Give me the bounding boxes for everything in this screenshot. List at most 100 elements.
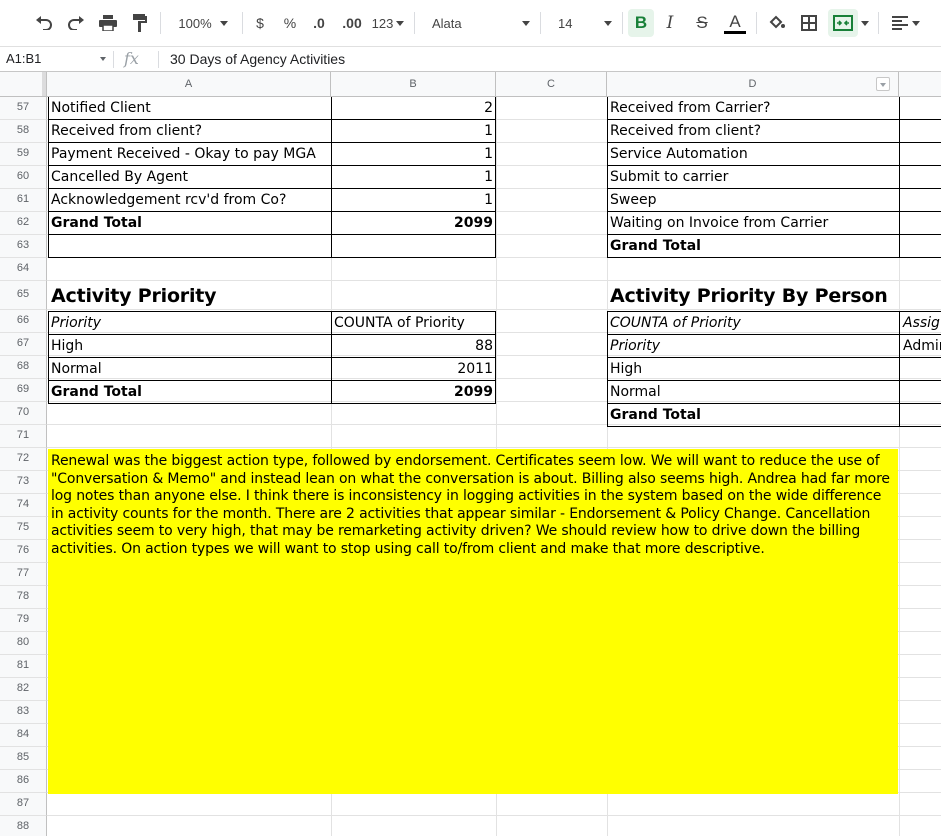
priority-person-header[interactable]: COUNTA of Priority: [607, 312, 899, 334]
name-box[interactable]: A1:B1: [0, 47, 112, 71]
row-header[interactable]: 65: [0, 281, 47, 310]
row-header[interactable]: 60: [0, 166, 47, 189]
paint-format-icon[interactable]: [126, 9, 154, 37]
row-header[interactable]: 71: [0, 425, 47, 448]
horizontal-align-icon[interactable]: [886, 9, 926, 37]
name-box-value: A1:B1: [6, 51, 42, 66]
row-header[interactable]: 85: [0, 747, 47, 770]
priority-row-label[interactable]: High: [48, 335, 331, 357]
row-header[interactable]: 63: [0, 235, 47, 258]
pivot-row-value[interactable]: 1: [331, 143, 496, 165]
row-header[interactable]: 69: [0, 379, 47, 402]
row-header[interactable]: 62: [0, 212, 47, 235]
row-header[interactable]: 73: [0, 471, 47, 494]
priority-header-value[interactable]: COUNTA of Priority: [331, 312, 496, 334]
activity-priority-title[interactable]: Activity Priority: [48, 283, 331, 311]
pivot-row-label[interactable]: Acknowledgement rcv'd from Co?: [48, 189, 331, 211]
chevron-down-icon: [604, 20, 612, 26]
pivot-row-label[interactable]: Sweep: [607, 189, 899, 211]
column-header-b[interactable]: B: [331, 72, 496, 96]
filter-dropdown-icon[interactable]: [876, 77, 890, 91]
redo-icon[interactable]: [62, 9, 90, 37]
row-header[interactable]: 78: [0, 586, 47, 609]
text-color-button[interactable]: A: [722, 9, 748, 37]
formula-input[interactable]: 30 Days of Agency Activities: [170, 47, 345, 71]
fill-color-icon[interactable]: [764, 9, 790, 37]
grand-total-label[interactable]: Grand Total: [607, 235, 899, 257]
undo-icon[interactable]: [30, 9, 58, 37]
row-header[interactable]: 58: [0, 120, 47, 143]
row-header[interactable]: 76: [0, 540, 47, 563]
increase-decimal-button[interactable]: .00: [338, 9, 366, 37]
pivot-row-label[interactable]: Submit to carrier: [607, 166, 899, 188]
row-header[interactable]: 68: [0, 356, 47, 379]
strikethrough-button[interactable]: S: [690, 9, 714, 37]
row-header[interactable]: 64: [0, 258, 47, 281]
row-header[interactable]: 70: [0, 402, 47, 425]
row-header[interactable]: 61: [0, 189, 47, 212]
row-header[interactable]: 67: [0, 333, 47, 356]
pivot-row-label[interactable]: Service Automation: [607, 143, 899, 165]
priority-row-value[interactable]: 2011: [331, 358, 496, 380]
pivot-row-value[interactable]: 2: [331, 97, 496, 119]
activity-priority-person-title[interactable]: Activity Priority By Person: [607, 283, 899, 311]
pivot-row-value[interactable]: 1: [331, 166, 496, 188]
merge-cells-icon[interactable]: [828, 9, 858, 37]
row-header[interactable]: 66: [0, 310, 47, 333]
percent-format-button[interactable]: %: [280, 9, 300, 37]
pivot-row-label[interactable]: Waiting on Invoice from Carrier: [607, 212, 899, 234]
row-header[interactable]: 88: [0, 816, 47, 836]
pivot-row-label[interactable]: Received from Carrier?: [607, 97, 899, 119]
font-family-select[interactable]: Alata: [424, 9, 534, 37]
merge-options-chevron-icon[interactable]: [858, 9, 872, 37]
pivot-row-label[interactable]: Notified Client: [48, 97, 331, 119]
priority-row-value[interactable]: 88: [331, 335, 496, 357]
row-header[interactable]: 59: [0, 143, 47, 166]
select-all-corner[interactable]: [0, 72, 47, 96]
priority-person-header-assignee[interactable]: Assig: [900, 312, 941, 334]
row-header[interactable]: 75: [0, 517, 47, 540]
grand-total-label[interactable]: Grand Total: [48, 212, 331, 234]
pivot-row-label[interactable]: Received from client?: [607, 120, 899, 142]
pivot-row-label[interactable]: Cancelled By Agent: [48, 166, 331, 188]
row-header[interactable]: 83: [0, 701, 47, 724]
priority-row-label[interactable]: Normal: [48, 358, 331, 380]
grand-total-value[interactable]: 2099: [331, 212, 496, 234]
row-header[interactable]: 86: [0, 770, 47, 793]
bold-button[interactable]: B: [628, 9, 654, 37]
row-header[interactable]: 57: [0, 97, 47, 120]
row-header[interactable]: 81: [0, 655, 47, 678]
pivot-row-value[interactable]: 1: [331, 189, 496, 211]
zoom-select[interactable]: 100%: [170, 9, 236, 37]
column-header-d[interactable]: D: [607, 72, 899, 96]
font-size-select[interactable]: 14: [550, 9, 616, 37]
row-header[interactable]: 79: [0, 609, 47, 632]
priority-grand-total-value[interactable]: 2099: [331, 381, 496, 403]
row-header[interactable]: 80: [0, 632, 47, 655]
column-header-a[interactable]: A: [47, 72, 331, 96]
row-header[interactable]: 82: [0, 678, 47, 701]
pivot-row-label[interactable]: Received from client?: [48, 120, 331, 142]
row-header[interactable]: 72: [0, 448, 47, 471]
decrease-decimal-button[interactable]: .0: [307, 9, 331, 37]
number-format-select[interactable]: 123: [368, 9, 408, 37]
pivot-row-value[interactable]: 1: [331, 120, 496, 142]
row-header[interactable]: 74: [0, 494, 47, 517]
priority-person-row-label[interactable]: Normal: [607, 381, 899, 403]
column-header-e[interactable]: [899, 72, 941, 96]
pivot-row-label[interactable]: Payment Received - Okay to pay MGA: [48, 143, 331, 165]
priority-person-grand-total-label[interactable]: Grand Total: [607, 404, 899, 426]
print-icon[interactable]: [94, 9, 122, 37]
row-header[interactable]: 77: [0, 563, 47, 586]
borders-icon[interactable]: [796, 9, 822, 37]
priority-grand-total-label[interactable]: Grand Total: [48, 381, 331, 403]
column-header-c[interactable]: C: [496, 72, 607, 96]
currency-format-button[interactable]: $: [250, 9, 270, 37]
priority-person-subheader[interactable]: Priority: [607, 335, 899, 357]
priority-header-label[interactable]: Priority: [48, 312, 331, 334]
row-header[interactable]: 84: [0, 724, 47, 747]
italic-button[interactable]: I: [658, 9, 682, 37]
priority-person-subheader-admin[interactable]: Admir: [900, 335, 941, 357]
priority-person-row-label[interactable]: High: [607, 358, 899, 380]
row-header[interactable]: 87: [0, 793, 47, 816]
